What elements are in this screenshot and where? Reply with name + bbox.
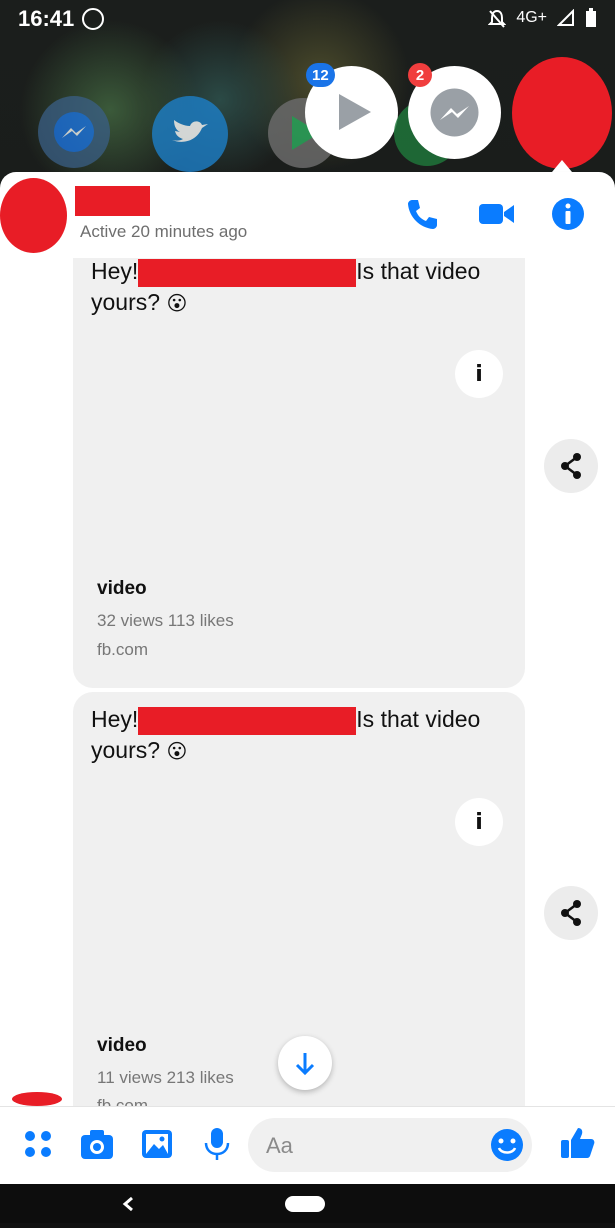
video-stats: 11 views 213 likes [97, 1068, 234, 1087]
redacted-name [138, 258, 357, 287]
shared-video-message[interactable]: Hey! Is that video yours? 😮 i video 32 vi… [73, 258, 525, 688]
muted-bell-icon [488, 9, 507, 28]
status-bar: 16:41 4G+ [0, 0, 615, 40]
messenger-app-icon[interactable] [38, 96, 110, 168]
info-icon[interactable] [550, 196, 586, 232]
phone-icon[interactable] [404, 196, 440, 232]
network-type: 4G+ [516, 9, 547, 26]
battery-icon [585, 8, 597, 28]
redacted-name [138, 706, 357, 735]
contact-name-redacted[interactable] [75, 186, 150, 216]
messenger-notification-icon [82, 8, 104, 30]
contact-avatar[interactable] [0, 178, 67, 253]
camera-icon[interactable] [79, 1126, 115, 1162]
surprised-emoji: 😮 [166, 290, 188, 315]
notification-badge: 12 [306, 63, 335, 87]
redacted-contact-avatar[interactable] [512, 57, 612, 169]
header-pointer [552, 160, 572, 172]
clock: 16:41 [18, 6, 75, 31]
active-status: Active 20 minutes ago [80, 222, 248, 241]
video-source: fb.com [97, 640, 149, 659]
scroll-to-bottom-button[interactable] [278, 1036, 332, 1090]
video-title: video [97, 578, 147, 599]
message-input-placeholder: Aa [266, 1133, 293, 1158]
video-stats: 32 views 113 likes [97, 611, 234, 630]
thumbs-up-icon[interactable] [559, 1124, 595, 1160]
video-title: video [97, 1035, 147, 1056]
video-info-button[interactable]: i [455, 798, 503, 846]
gallery-icon[interactable] [139, 1126, 175, 1162]
share-button[interactable] [544, 886, 598, 940]
redacted-read-receipt [12, 1092, 62, 1106]
video-call-icon[interactable] [477, 196, 514, 232]
system-nav-bar [0, 1184, 615, 1223]
twitter-app-icon[interactable] [152, 96, 228, 172]
signal-icon [557, 9, 575, 27]
microphone-icon[interactable] [199, 1126, 235, 1162]
message-list[interactable]: Hey! Is that video yours? 😮 i video 32 vi… [0, 258, 615, 1106]
back-nav-icon [122, 1196, 133, 1212]
message-text: Hey! Is that video yours? 😮 [91, 706, 481, 763]
home-nav-icon [285, 1196, 325, 1212]
video-source: fb.com [97, 1096, 149, 1106]
share-button[interactable] [544, 439, 598, 493]
surprised-emoji: 😮 [166, 738, 188, 763]
menu-dots-icon[interactable] [20, 1126, 56, 1162]
message-text: Hey! Is that video yours? 😮 [91, 258, 481, 315]
emoji-icon[interactable] [489, 1127, 525, 1163]
notification-badge: 2 [408, 63, 432, 87]
video-info-button[interactable]: i [455, 350, 503, 398]
